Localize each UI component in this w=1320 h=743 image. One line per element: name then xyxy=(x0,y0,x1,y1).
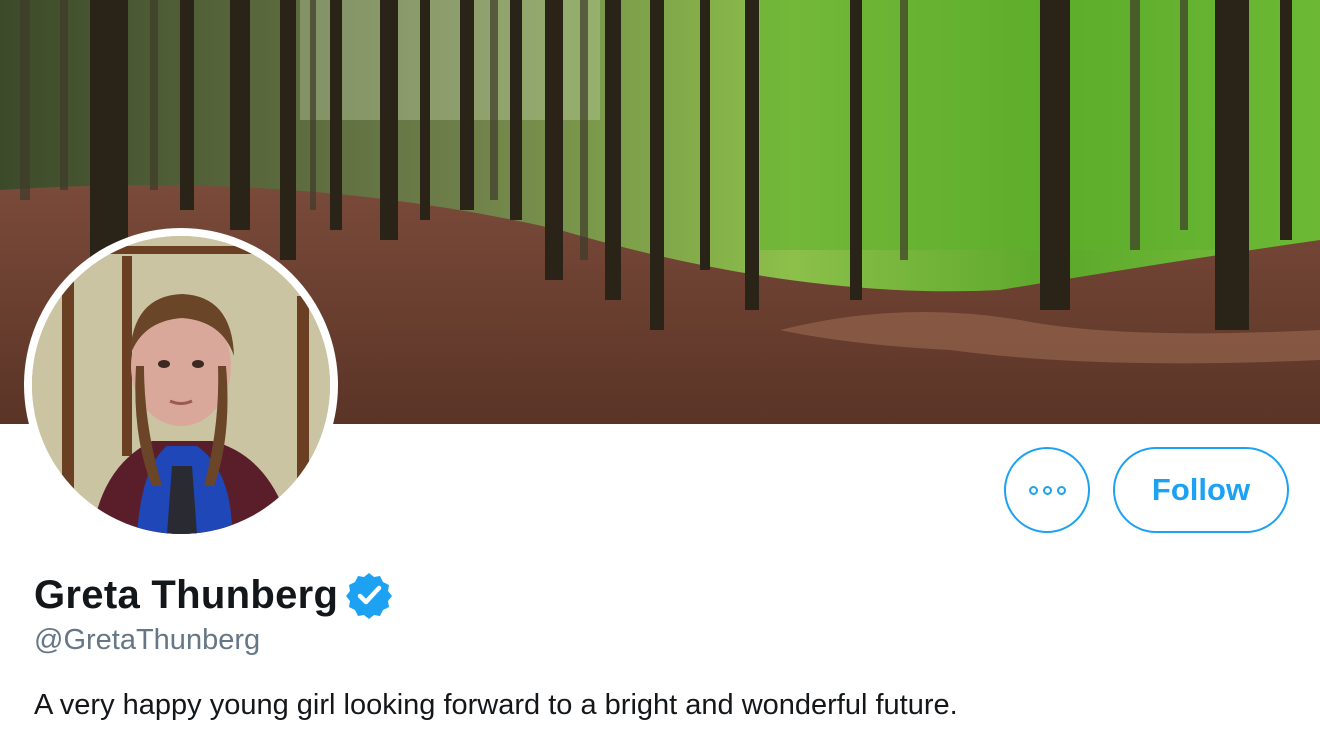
more-options-icon xyxy=(1028,485,1038,495)
avatar-photo xyxy=(32,236,330,534)
more-options-button[interactable] xyxy=(1004,447,1090,533)
profile-avatar[interactable] xyxy=(24,228,338,542)
follow-button[interactable]: Follow xyxy=(1113,447,1289,533)
profile-page: Follow Greta Thunberg @GretaThunberg A v… xyxy=(0,0,1320,743)
profile-handle[interactable]: @GretaThunberg xyxy=(34,624,260,657)
more-options-icon xyxy=(1042,485,1052,495)
profile-name-row: Greta Thunberg xyxy=(34,570,394,620)
profile-bio: A very happy young girl looking forward … xyxy=(34,689,958,721)
verified-badge-icon xyxy=(346,573,393,619)
profile-display-name: Greta Thunberg xyxy=(34,572,339,617)
more-options-icon xyxy=(1056,485,1066,495)
